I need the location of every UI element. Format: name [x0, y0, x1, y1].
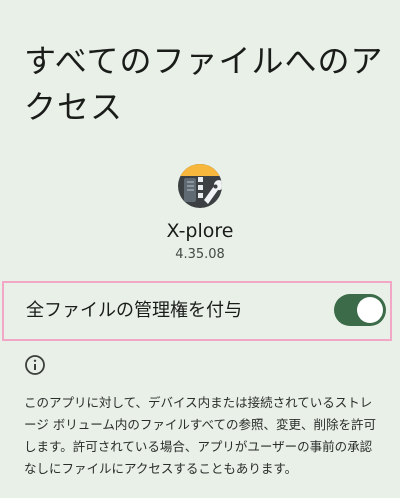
info-icon: [25, 355, 45, 375]
toggle-thumb: [357, 297, 383, 323]
app-name: X-plore: [166, 220, 234, 242]
permission-description: このアプリに対して、デバイス内または接続されているストレージ ボリューム内のファ…: [24, 395, 376, 476]
app-version: 4.35.08: [175, 247, 225, 262]
permission-row-manage-all-files[interactable]: 全ファイルの管理権を付与: [2, 281, 392, 341]
x-plore-app-icon: [178, 164, 222, 208]
manage-all-files-toggle[interactable]: [334, 294, 386, 326]
permission-label: 全ファイルの管理権を付与: [26, 300, 242, 321]
page-title: すべてのファイルへのアクセス: [24, 42, 384, 126]
